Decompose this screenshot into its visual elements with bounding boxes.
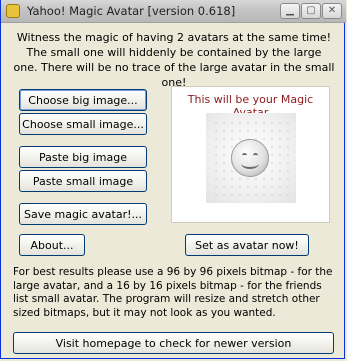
paste-small-image-button[interactable]: Paste small image (19, 170, 147, 192)
choose-big-image-button[interactable]: Choose big image... (19, 89, 147, 111)
maximize-icon[interactable]: ▢ (301, 3, 321, 19)
intro-text: Witness the magic of having 2 avatars at… (13, 31, 335, 89)
mouth (241, 158, 259, 169)
avatar-preview (206, 113, 296, 203)
visit-homepage-button[interactable]: Visit homepage to check for newer versio… (13, 332, 334, 354)
about-button[interactable]: About... (19, 234, 85, 256)
main-window: Yahoo! Magic Avatar [version 0.618] ▁ ▢ … (0, 0, 346, 359)
choose-small-image-button[interactable]: Choose small image... (19, 113, 147, 135)
paste-big-image-button[interactable]: Paste big image (19, 146, 147, 168)
window-title: Yahoo! Magic Avatar [version 0.618] (27, 4, 236, 18)
paste-big-image-label: Paste big image (39, 150, 127, 164)
minimize-icon[interactable]: ▁ (280, 3, 300, 19)
preview-panel: This will be your Magic Avatar (171, 86, 330, 223)
footnote-text: For best results please use a 96 by 96 p… (13, 266, 333, 319)
close-icon[interactable]: ✕ (322, 3, 342, 19)
app-icon (6, 4, 20, 18)
about-label: About... (30, 238, 74, 252)
choose-small-image-label: Choose small image... (22, 117, 144, 131)
save-magic-avatar-button[interactable]: Save magic avatar!... (19, 203, 147, 225)
set-as-avatar-label: Set as avatar now! (195, 238, 299, 252)
visit-homepage-label: Visit homepage to check for newer versio… (55, 336, 292, 350)
save-magic-avatar-label: Save magic avatar!... (23, 207, 142, 221)
choose-big-image-label: Choose big image... (28, 93, 138, 107)
paste-small-image-label: Paste small image (32, 174, 134, 188)
title-bar[interactable]: Yahoo! Magic Avatar [version 0.618] ▁ ▢ … (1, 0, 346, 23)
set-as-avatar-button[interactable]: Set as avatar now! (185, 234, 309, 256)
smiley-avatar-icon (231, 139, 269, 177)
